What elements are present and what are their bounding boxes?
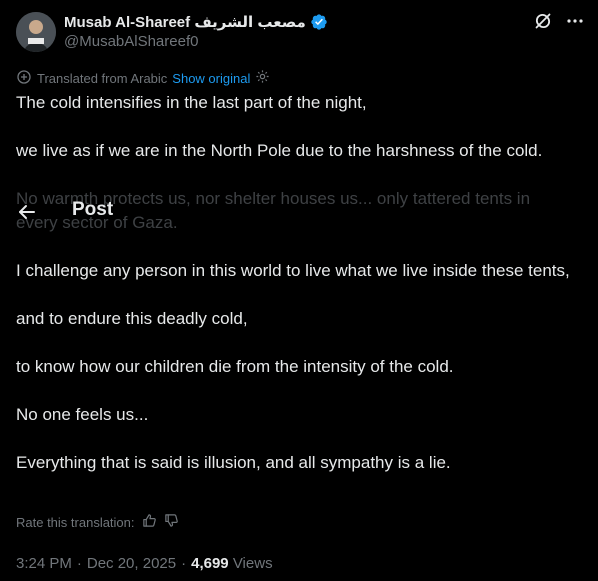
verified-badge-icon	[310, 13, 328, 31]
post-time[interactable]: 3:24 PM	[16, 555, 72, 572]
back-arrow-icon[interactable]	[17, 202, 37, 222]
avatar-image	[16, 12, 56, 52]
translated-from-label: Translated from Arabic	[37, 70, 168, 86]
grok-icon[interactable]	[534, 12, 552, 30]
post-date[interactable]: Dec 20, 2025	[87, 555, 176, 572]
meta-separator: ·	[181, 554, 187, 572]
tweet-text: The cold intensifies in the last part of…	[16, 91, 576, 499]
tweet-paragraph: Everything that is said is illusion, and…	[16, 453, 451, 472]
settings-gear-icon[interactable]	[255, 69, 270, 87]
views-label: Views	[232, 554, 273, 572]
author-name-row[interactable]: Musab Al-Shareef مصعب الشريف	[64, 12, 328, 32]
tweet-paragraph: No one feels us...	[16, 405, 149, 424]
rate-translation-label: Rate this translation:	[16, 514, 135, 530]
more-icon[interactable]	[566, 12, 584, 30]
tweet-paragraph: I challenge any person in this world to …	[16, 261, 570, 280]
views-count: 4,699	[191, 554, 229, 572]
translate-icon	[16, 69, 32, 88]
show-original-link[interactable]: Show original	[172, 71, 250, 86]
thumbs-up-icon[interactable]	[142, 513, 157, 531]
top-actions	[534, 12, 584, 30]
tweet-paragraph: to know how our children die from the in…	[16, 357, 454, 376]
tweet-meta: 3:24 PM · Dec 20, 2025 · 4,699 Views	[16, 553, 273, 573]
author-handle[interactable]: @MusabAlShareef0	[64, 33, 198, 50]
meta-separator: ·	[76, 554, 82, 572]
tweet-paragraph: The cold intensifies in the last part of…	[16, 93, 367, 112]
thumbs-down-icon[interactable]	[164, 513, 179, 531]
author-display-name[interactable]: Musab Al-Shareef مصعب الشريف	[64, 13, 306, 31]
tweet-paragraph: we live as if we are in the North Pole d…	[16, 141, 543, 160]
tweet-paragraph: and to endure this deadly cold,	[16, 309, 248, 328]
page-title: Post	[72, 199, 114, 220]
avatar[interactable]	[16, 12, 56, 52]
translation-notice: Translated from Arabic Show original	[16, 69, 270, 87]
rate-translation: Rate this translation:	[16, 513, 179, 531]
